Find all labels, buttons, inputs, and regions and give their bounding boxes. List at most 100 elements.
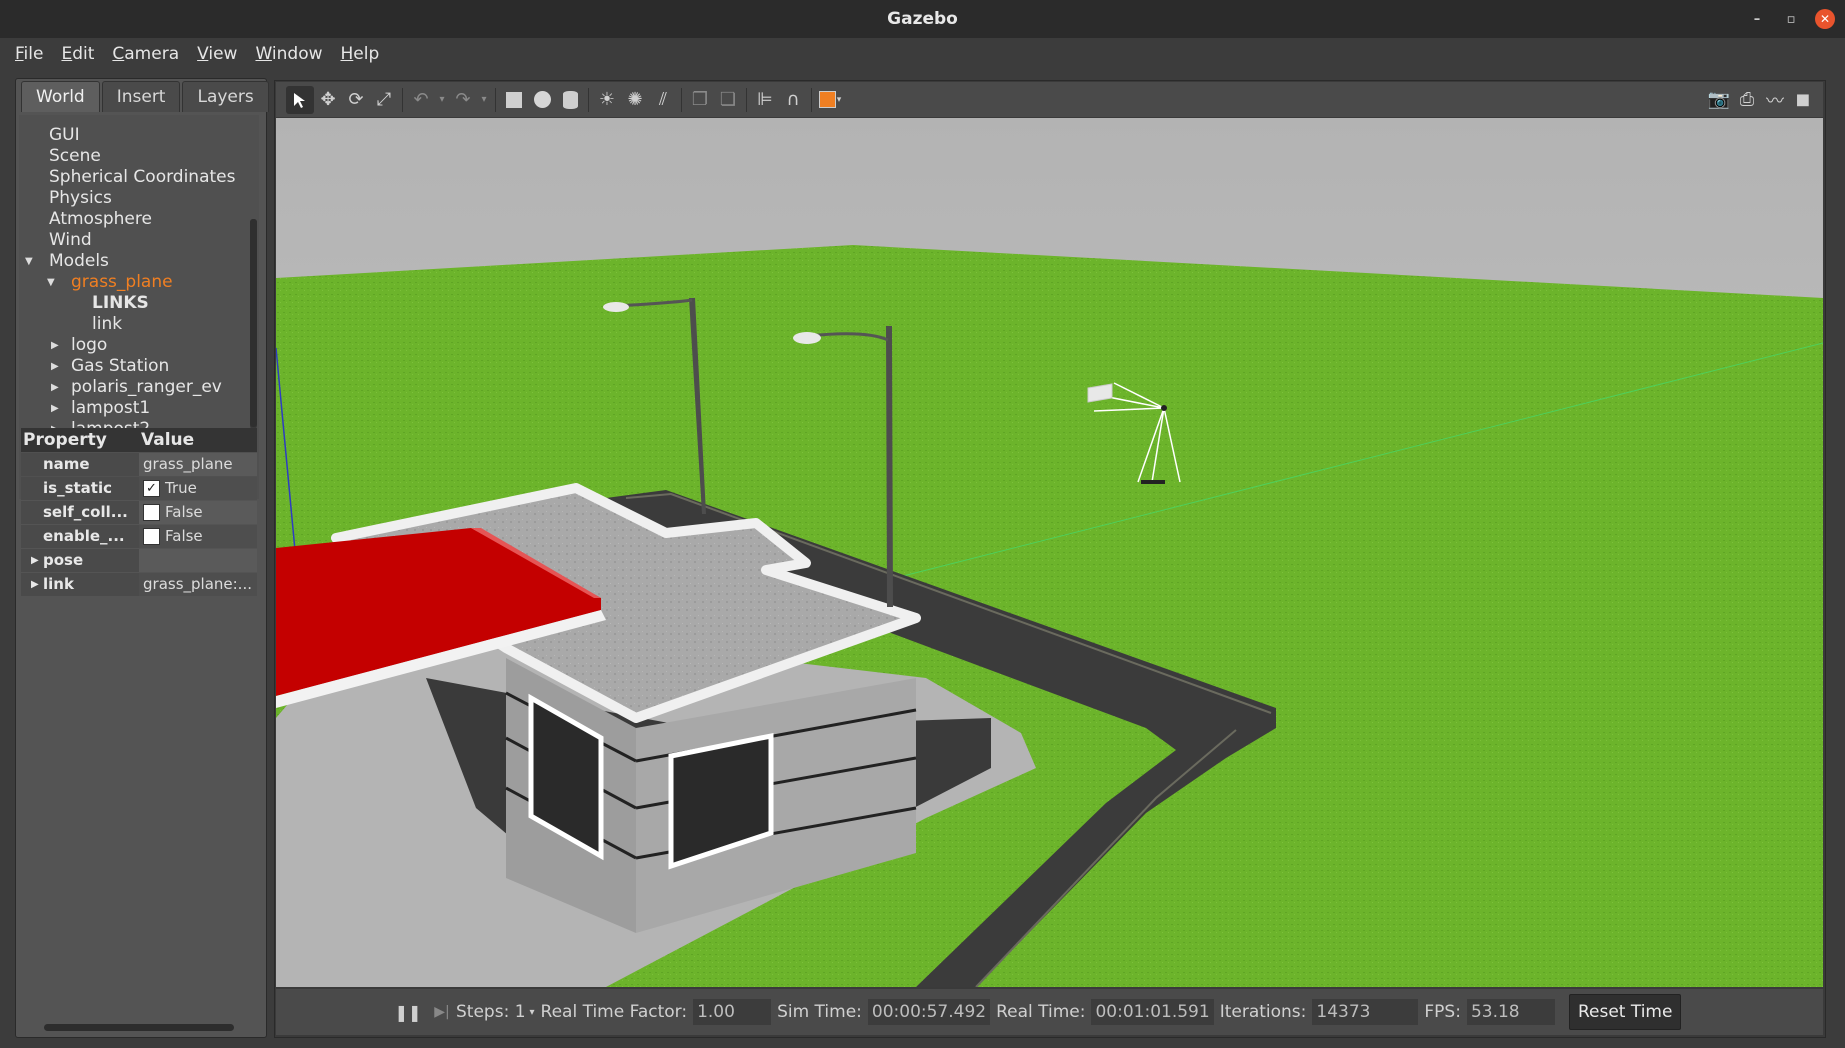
translate-mode-icon[interactable]: ✥ — [314, 86, 342, 114]
align-icon[interactable]: ⊫ — [751, 86, 779, 114]
undo-dropdown-icon[interactable]: ▾ — [435, 86, 449, 114]
collapsed-arrow-icon[interactable]: ▶ — [51, 356, 59, 377]
tree-item-spherical-coordinates[interactable]: Spherical Coordinates — [19, 167, 249, 188]
property-value[interactable]: grass_plane:... — [139, 573, 257, 596]
steps-dropdown-icon[interactable]: ▾ — [530, 1007, 535, 1018]
tree-item-logo[interactable]: ▶ logo — [19, 335, 249, 356]
screenshot-camera-icon[interactable]: 📷 — [1705, 86, 1733, 114]
tree-item-label: Scene — [49, 146, 101, 166]
select-mode-arrow-icon[interactable] — [286, 85, 314, 114]
expanded-arrow-icon[interactable]: ▼ — [25, 251, 33, 272]
property-value[interactable]: False — [139, 501, 257, 524]
tab-world[interactable]: World — [21, 81, 100, 112]
real-time-factor-label: Real Time Factor: — [540, 1002, 688, 1022]
snap-magnet-icon[interactable]: ∩ — [779, 86, 807, 114]
undo-icon[interactable]: ↶ — [407, 86, 435, 114]
tree-item-label: Models — [49, 251, 109, 271]
tab-layers[interactable]: Layers — [182, 81, 269, 112]
property-value-text: False — [165, 527, 203, 545]
tree-item-grass-plane[interactable]: ▼ grass_plane — [19, 272, 249, 293]
property-key: name — [21, 453, 139, 476]
property-key: is_static — [21, 477, 139, 500]
menu-help[interactable]: Help — [332, 44, 389, 64]
rotate-mode-icon[interactable]: ⟳ — [342, 86, 370, 114]
tree-item-label: link — [92, 314, 123, 334]
scale-mode-icon[interactable]: ⤢ — [370, 86, 398, 114]
tree-item-atmosphere[interactable]: Atmosphere — [19, 209, 249, 230]
tree-item-models[interactable]: ▼ Models — [19, 251, 249, 272]
tree-item-gui[interactable]: GUI — [19, 125, 249, 146]
tree-item-links[interactable]: LINKS — [19, 293, 249, 314]
collapsed-arrow-icon[interactable]: ▶ — [51, 398, 59, 419]
tree-item-label: lampost1 — [71, 398, 151, 418]
property-value[interactable]: grass_plane — [139, 453, 257, 476]
menu-window[interactable]: Window — [246, 44, 331, 64]
expanded-arrow-icon[interactable]: ▼ — [47, 272, 55, 293]
tree-item-gas-station[interactable]: ▶ Gas Station — [19, 356, 249, 377]
scene-render — [276, 118, 1823, 987]
maximize-button[interactable]: ▫ — [1781, 9, 1801, 29]
property-key-text: link — [43, 575, 74, 593]
tree-scrollbar[interactable] — [250, 219, 257, 429]
close-button[interactable]: ✕ — [1815, 9, 1835, 29]
property-row-enable-wind[interactable]: enable_... False — [21, 525, 257, 548]
left-panel: World Insert Layers GUI Scene Spherical … — [15, 78, 269, 1038]
property-row-pose[interactable]: ▶ pose — [21, 549, 257, 572]
box-shape-icon[interactable] — [500, 86, 528, 114]
value-column-header: Value — [141, 430, 195, 450]
left-panel-horizontal-scrollbar[interactable] — [44, 1024, 234, 1031]
reset-time-button[interactable]: Reset Time — [1568, 994, 1682, 1030]
tree-item-link[interactable]: link — [19, 314, 249, 335]
collapsed-arrow-icon[interactable]: ▶ — [31, 549, 39, 572]
real-time-label: Real Time: — [996, 1002, 1086, 1022]
steps-label[interactable]: Steps: 1 — [456, 1002, 526, 1022]
redo-dropdown-icon[interactable]: ▾ — [477, 86, 491, 114]
property-row-is-static[interactable]: is_static ✓ True — [21, 477, 257, 500]
redo-icon[interactable]: ↷ — [449, 86, 477, 114]
spot-light-icon[interactable]: ✺ — [621, 86, 649, 114]
step-icon[interactable]: ▶| — [428, 998, 456, 1026]
checkbox-unchecked[interactable] — [143, 504, 160, 521]
property-value[interactable]: ✓ True — [139, 477, 257, 500]
tree-item-wind[interactable]: Wind — [19, 230, 249, 251]
tree-item-scene[interactable]: Scene — [19, 146, 249, 167]
tab-insert[interactable]: Insert — [101, 81, 181, 112]
copy-icon[interactable]: ❐ — [686, 86, 714, 114]
collapsed-arrow-icon[interactable]: ▶ — [51, 335, 59, 356]
tree-scrollbar-thumb[interactable] — [250, 219, 257, 427]
log-icon[interactable]: ⎙ — [1733, 86, 1761, 114]
fps-field: 53.18 — [1466, 999, 1555, 1025]
tree-item-lampost1[interactable]: ▶ lampost1 — [19, 398, 249, 419]
property-value[interactable]: False — [139, 525, 257, 548]
pause-icon[interactable]: ❚❚ — [394, 998, 422, 1026]
status-bar: ❚❚ ▶| Steps: 1 ▾ Real Time Factor: 1.00 … — [276, 989, 1823, 1035]
menu-edit[interactable]: Edit — [52, 44, 103, 64]
change-view-cube-icon[interactable]: ▾ — [816, 86, 844, 114]
checkbox-unchecked[interactable] — [143, 528, 160, 545]
collapsed-arrow-icon[interactable]: ▶ — [51, 377, 59, 398]
property-row-name[interactable]: name grass_plane — [21, 453, 257, 476]
tree-item-label: polaris_ranger_ev — [71, 377, 222, 397]
tree-item-polaris-ranger-ev[interactable]: ▶ polaris_ranger_ev — [19, 377, 249, 398]
sphere-shape-icon[interactable] — [528, 86, 556, 114]
property-row-self-collide[interactable]: self_coll... False — [21, 501, 257, 524]
property-key: ▶ link — [21, 573, 139, 596]
paste-icon[interactable]: ❏ — [714, 86, 742, 114]
directional-light-icon[interactable]: ⫽ — [649, 86, 677, 114]
video-record-icon[interactable]: ◼ — [1789, 86, 1817, 114]
cylinder-shape-icon[interactable] — [556, 86, 584, 114]
collapsed-arrow-icon[interactable]: ▶ — [31, 573, 39, 596]
toolbar-separator — [402, 87, 403, 112]
menu-file[interactable]: File — [6, 44, 52, 64]
menu-view[interactable]: View — [188, 44, 246, 64]
3d-scene-view[interactable] — [276, 118, 1823, 987]
property-row-link[interactable]: ▶ link grass_plane:... — [21, 573, 257, 596]
menu-camera[interactable]: Camera — [103, 44, 188, 64]
window-titlebar: Gazebo – ▫ ✕ — [0, 0, 1845, 38]
plot-icon[interactable]: 〰 — [1761, 86, 1789, 114]
minimize-button[interactable]: – — [1747, 9, 1767, 29]
checkbox-checked[interactable]: ✓ — [143, 480, 160, 497]
point-light-icon[interactable]: ☀ — [593, 86, 621, 114]
tree-item-label: grass_plane — [71, 272, 173, 292]
tree-item-physics[interactable]: Physics — [19, 188, 249, 209]
